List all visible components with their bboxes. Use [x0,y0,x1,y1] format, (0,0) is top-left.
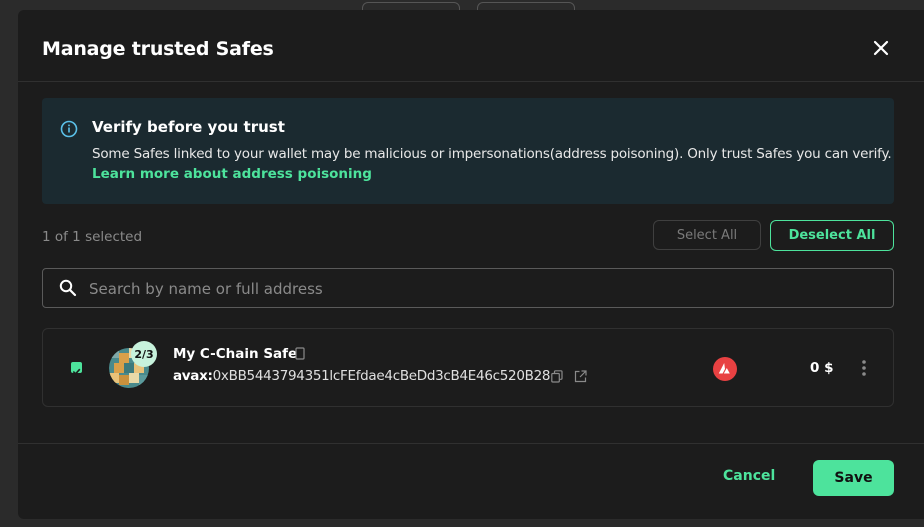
address-hex: 0xBB5443794351lcFEfdae4cBeDd3cB4E46c520B… [212,368,551,384]
manage-trusted-safes-dialog: Manage trusted Safes Verify before you t… [18,10,924,519]
avalanche-icon [713,357,737,381]
safe-name: My C-Chain Safe [173,346,298,362]
close-icon[interactable] [872,39,890,57]
info-icon [60,120,78,138]
more-options-icon[interactable] [857,358,871,378]
dialog-header: Manage trusted Safes [18,10,924,82]
safe-checkbox[interactable] [71,362,82,375]
verify-info-banner: Verify before you trust Some Safes linke… [42,98,894,204]
save-button[interactable]: Save [813,460,894,496]
copy-icon[interactable] [551,370,563,383]
background-toolbar [0,0,924,18]
safe-list-item[interactable]: 2/3 My C-Chain Safe avax:0xBB5443794351l… [42,328,894,407]
checkmark-icon [72,368,81,375]
external-link-icon[interactable] [574,370,587,383]
threshold-badge: 2/3 [131,341,157,367]
footer-divider [18,443,924,444]
address-poisoning-link[interactable]: Learn more about address poisoning [92,166,372,182]
dialog-title: Manage trusted Safes [42,38,274,60]
search-field [42,268,894,309]
safe-balance: 0 $ [810,360,834,376]
search-icon [59,279,77,297]
chain-prefix: avax: [173,368,213,384]
deselect-all-button[interactable]: Deselect All [770,220,894,251]
info-title: Verify before you trust [92,118,285,136]
info-text: Some Safes linked to your wallet may be … [92,146,892,162]
document-icon [295,347,305,360]
select-all-button[interactable]: Select All [653,220,761,250]
search-input[interactable] [87,269,871,309]
cancel-button[interactable]: Cancel [723,468,775,484]
safe-address: avax:0xBB5443794351lcFEfdae4cBeDd3cB4E46… [173,368,550,384]
selection-count: 1 of 1 selected [42,229,143,245]
